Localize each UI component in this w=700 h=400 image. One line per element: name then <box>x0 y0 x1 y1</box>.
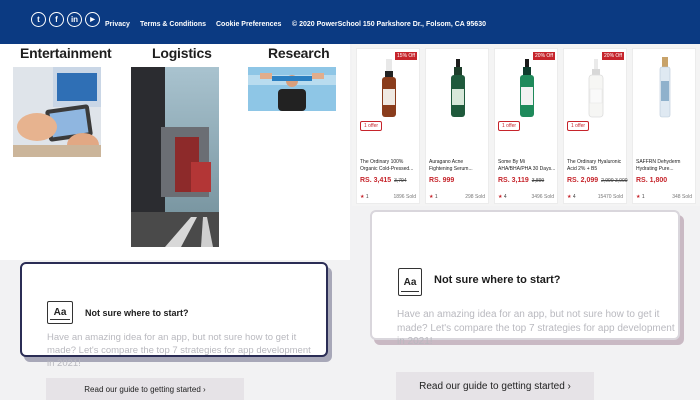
star-icon: ★ <box>360 194 365 200</box>
product-card[interactable]: 15% Off 1 offer The Ordinary 100% Organi… <box>356 48 420 204</box>
sold-count: 15470 Sold <box>597 194 623 200</box>
price-old: 3,794 <box>394 178 407 184</box>
font-icon: Aa <box>398 268 422 296</box>
product-image <box>451 59 465 117</box>
product-image <box>382 59 396 117</box>
getting-started-card: Aa Not sure where to start? Have an amaz… <box>370 210 680 347</box>
card-title: Not sure where to start? <box>434 274 561 286</box>
star-icon: ★ <box>567 194 572 200</box>
category-title-research: Research <box>268 45 330 61</box>
sold-count: 3496 Sold <box>531 194 554 200</box>
sold-count: 348 Sold <box>672 194 692 200</box>
footer-bar: t f in ▶ Privacy Terms & Conditions Cook… <box>0 0 700 44</box>
category-title-logistics: Logistics <box>152 45 212 61</box>
category-title-entertainment: Entertainment <box>20 45 112 61</box>
cookie-preferences-link[interactable]: Cookie Preferences <box>216 21 281 28</box>
product-name[interactable]: Some By Mi AHA/BHA/PHA 30 Days... <box>498 159 556 173</box>
product-price: RS. 1,800 <box>636 177 668 184</box>
card-title: Not sure where to start? <box>85 308 189 318</box>
product-price: RS. 3,415 3,794 <box>360 177 407 184</box>
rating-count: 1 <box>641 194 645 200</box>
product-rating: ★ 1 <box>429 194 438 200</box>
read-guide-button[interactable]: Read our guide to getting started › <box>46 378 244 400</box>
offer-tag[interactable]: 1 offer <box>567 121 590 131</box>
product-image <box>659 57 671 118</box>
rating-count: 1 <box>365 194 369 200</box>
product-rating: ★ 4 <box>498 194 507 200</box>
getting-started-card: Aa Not sure where to start? Have an amaz… <box>20 262 328 369</box>
offer-tag[interactable]: 1 offer <box>360 121 383 131</box>
price-current: RS. 1,800 <box>636 177 668 184</box>
copyright-text: © 2020 PowerSchool 150 Parkshore Dr., Fo… <box>292 21 486 28</box>
card-description: Have an amazing idea for an app, but not… <box>397 309 675 347</box>
star-icon: ★ <box>498 194 503 200</box>
product-card[interactable]: 20% Off 1 offer Some By Mi AHA/BHA/PHA 3… <box>494 48 558 204</box>
star-icon: ★ <box>636 194 641 200</box>
product-name[interactable]: Auragano Acne Fightening Serum... <box>429 159 487 173</box>
product-name[interactable]: The Ordinary 100% Organic Cold-Pressed..… <box>360 159 418 173</box>
read-guide-button[interactable]: Read our guide to getting started › <box>396 372 594 400</box>
price-current: RS. 3,415 <box>360 177 392 184</box>
product-price: RS. 999 <box>429 177 455 184</box>
linkedin-icon[interactable]: in <box>67 12 82 27</box>
price-old: 2,999 3,000 <box>601 178 628 184</box>
product-image <box>588 59 604 118</box>
youtube-icon[interactable]: ▶ <box>85 12 100 27</box>
font-icon: Aa <box>47 301 73 324</box>
privacy-link[interactable]: Privacy <box>105 21 130 28</box>
product-price: RS. 3,119 3,899 <box>498 177 544 184</box>
sold-count: 298 Sold <box>465 194 485 200</box>
sold-count: 1896 Sold <box>393 194 416 200</box>
rating-count: 1 <box>434 194 438 200</box>
product-card[interactable]: 20% Off 1 offer The Ordinary Hyaluronic … <box>563 48 628 204</box>
product-rating: ★ 1 <box>636 194 645 200</box>
card-description: Have an amazing idea for an app, but not… <box>47 332 311 369</box>
rating-count: 4 <box>503 194 507 200</box>
logistics-photo[interactable] <box>131 67 219 247</box>
facebook-icon[interactable]: f <box>49 12 64 27</box>
price-current: RS. 3,119 <box>498 177 529 184</box>
product-price: RS. 2,099 2,999 3,000 <box>567 177 628 184</box>
product-card[interactable]: Auragano Acne Fightening Serum... RS. 99… <box>425 48 489 204</box>
star-icon: ★ <box>429 194 434 200</box>
product-image <box>520 59 534 117</box>
product-name[interactable]: The Ordinary Hyaluronic Acid 2% + B5 <box>567 159 625 173</box>
product-rating: ★ 1 <box>360 194 369 200</box>
offer-tag[interactable]: 1 offer <box>498 121 521 131</box>
price-old: 3,899 <box>531 178 545 184</box>
entertainment-photo[interactable] <box>13 67 101 157</box>
product-name[interactable]: SAFFRN Dehyderm Hydrating Pure... <box>636 159 694 173</box>
rating-count: 4 <box>572 194 576 200</box>
product-rating: ★ 4 <box>567 194 576 200</box>
price-current: RS. 2,099 <box>567 177 599 184</box>
terms-link[interactable]: Terms & Conditions <box>140 21 206 28</box>
product-card[interactable]: SAFFRN Dehyderm Hydrating Pure... RS. 1,… <box>632 48 696 204</box>
price-current: RS. 999 <box>429 177 455 184</box>
twitter-icon[interactable]: t <box>31 12 46 27</box>
research-photo[interactable] <box>248 67 336 111</box>
